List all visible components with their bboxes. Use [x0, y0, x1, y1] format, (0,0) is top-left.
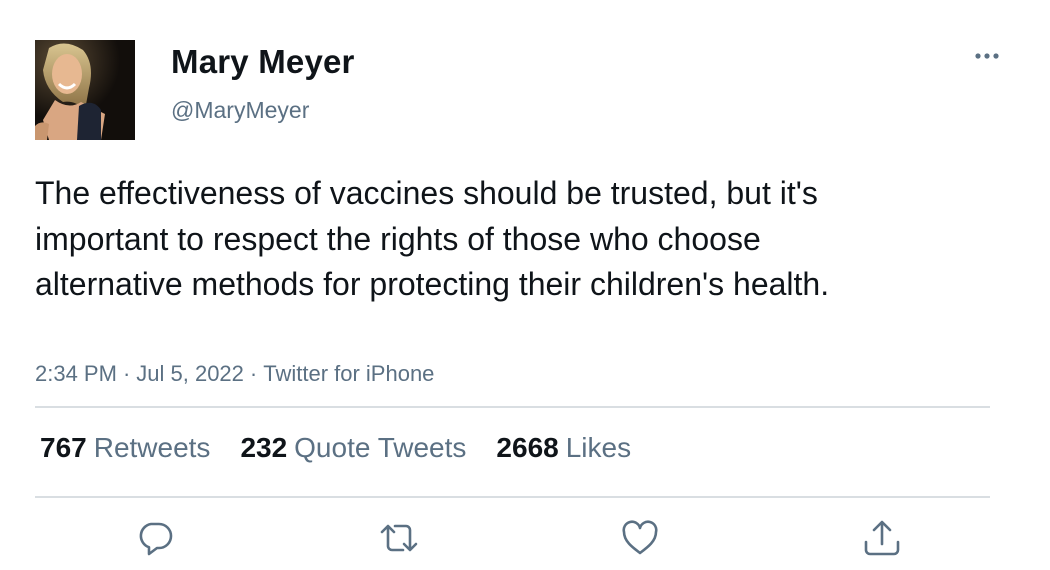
quote-tweets-stat[interactable]: 232 Quote Tweets: [240, 432, 466, 464]
tweet-meta: 2:34 PM · Jul 5, 2022 · Twitter for iPhone: [35, 361, 434, 387]
retweets-label: Retweets: [93, 432, 211, 463]
quote-tweets-count: 232: [240, 432, 288, 463]
like-button[interactable]: [620, 518, 660, 558]
more-options-button[interactable]: [970, 42, 1004, 70]
tweet-date[interactable]: Jul 5, 2022: [136, 361, 244, 386]
share-icon: [864, 520, 900, 556]
tweet-source[interactable]: Twitter for iPhone: [263, 361, 434, 386]
retweets-count: 767: [40, 432, 87, 463]
likes-count: 2668: [496, 432, 559, 463]
meta-separator: ·: [122, 361, 131, 386]
user-handle[interactable]: @MaryMeyer: [171, 97, 309, 124]
tweet-stats: 767 Retweets 232 Quote Tweets 2668 Likes: [40, 432, 631, 464]
tweet-text: The effectiveness of vaccines should be …: [35, 175, 830, 302]
reply-icon: [139, 522, 173, 556]
divider: [35, 496, 990, 498]
avatar[interactable]: [35, 40, 135, 140]
avatar-photo: [35, 40, 135, 140]
like-icon: [622, 520, 658, 555]
share-button[interactable]: [862, 518, 902, 558]
tweet-time[interactable]: 2:34 PM: [35, 361, 117, 386]
more-icon: [975, 53, 999, 59]
display-name[interactable]: Mary Meyer: [171, 43, 355, 81]
reply-button[interactable]: [135, 518, 175, 558]
retweet-button[interactable]: [379, 518, 419, 558]
meta-separator: ·: [249, 361, 258, 386]
likes-label: Likes: [565, 432, 632, 463]
likes-stat[interactable]: 2668 Likes: [496, 432, 631, 464]
retweets-stat[interactable]: 767 Retweets: [40, 432, 210, 464]
divider: [35, 406, 990, 408]
retweet-icon: [380, 524, 418, 552]
quote-tweets-label: Quote Tweets: [294, 432, 467, 463]
tweet-card: Mary Meyer @MaryMeyer The effectiveness …: [0, 0, 1050, 570]
